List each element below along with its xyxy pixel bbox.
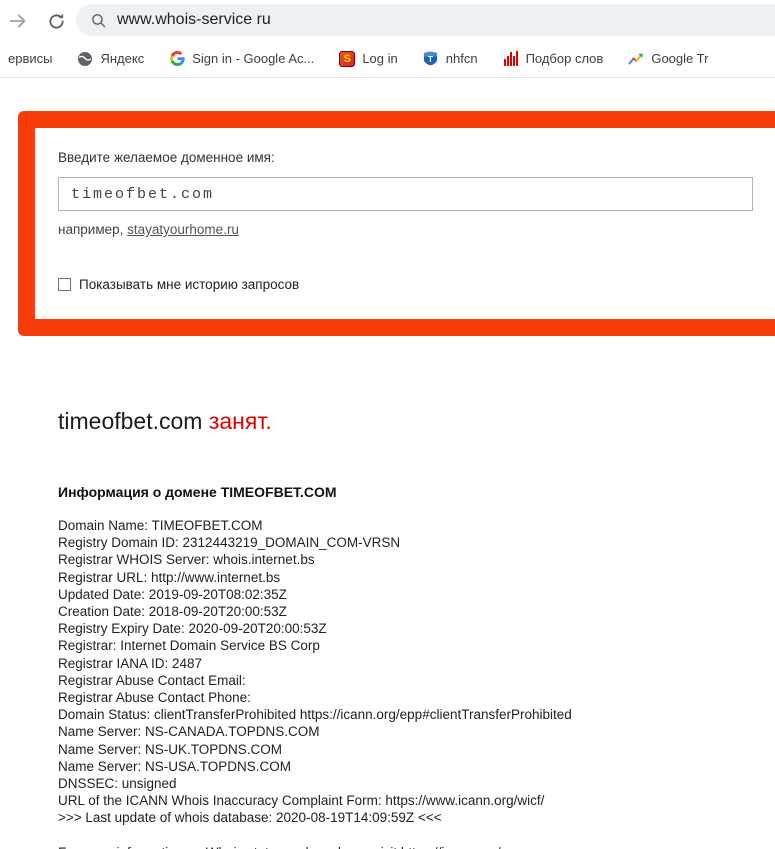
browser-toolbar: www.whois-service ru (0, 0, 775, 40)
reload-button[interactable] (44, 9, 68, 33)
forward-arrow-icon (9, 14, 26, 28)
result-domain: timeofbet.com (58, 408, 203, 434)
domain-query-box: Введите желаемое доменное имя: например,… (18, 111, 775, 336)
page-content: Введите желаемое доменное имя: например,… (0, 111, 775, 849)
address-bar[interactable]: www.whois-service ru (76, 4, 775, 36)
bookmark-servisy[interactable]: ервисы (2, 48, 58, 69)
bookmark-yandex[interactable]: Яндекс (71, 48, 150, 70)
whois-line: Registry Expiry Date: 2020-09-20T20:00:5… (58, 621, 327, 637)
whois-line: Registrar: Internet Domain Service BS Co… (58, 638, 320, 654)
bookmark-login[interactable]: S Log in (333, 48, 403, 70)
whois-block: Domain Name: TIMEOFBET.COM Registry Domai… (58, 517, 775, 849)
whois-line: >>> Last update of whois database: 2020-… (58, 810, 442, 826)
example-prefix: например, (58, 222, 124, 237)
svg-text:T: T (428, 54, 434, 64)
whois-line: Registrar IANA ID: 2487 (58, 655, 203, 671)
domain-info-heading: Информация о домене TIMEOFBET.COM (58, 484, 337, 500)
whois-line: Domain Name: TIMEOFBET.COM (58, 518, 263, 533)
bookmarks-bar: ервисы Яндекс Sign in - Google Ac... S L… (0, 40, 775, 78)
result-heading: timeofbet.com занят. (58, 410, 775, 433)
google-g-icon (169, 51, 185, 67)
whois-line: Registrar Abuse Contact Email: (58, 672, 246, 688)
bookmark-nhfcn[interactable]: T nhfcn (417, 48, 484, 70)
domain-input-label: Введите желаемое доменное имя: (58, 150, 275, 165)
whois-line: Name Server: NS-USA.TOPDNS.COM (58, 758, 292, 774)
search-icon (92, 13, 106, 27)
bookmark-google-signin[interactable]: Sign in - Google Ac... (163, 48, 320, 70)
bookmark-google-trends[interactable]: Google Tr (622, 48, 714, 70)
whois-line: Registry Domain ID: 2312443219_DOMAIN_CO… (58, 535, 401, 551)
example-domain-link[interactable]: stayatyourhome.ru (127, 222, 239, 237)
whois-line: DNSSEC: unsigned (58, 776, 177, 792)
whois-line: Registrar WHOIS Server: whois.internet.b… (58, 552, 315, 568)
whois-line (58, 827, 775, 844)
globe-icon (77, 51, 93, 67)
whois-line: Creation Date: 2018-09-20T20:00:53Z (58, 604, 287, 620)
history-checkbox-label: Показывать мне историю запросов (79, 277, 300, 292)
url-text: www.whois-service ru (117, 11, 271, 28)
whois-line: Registrar URL: http://www.internet.bs (58, 569, 281, 585)
example-line: например, stayatyourhome.ru (58, 222, 753, 237)
reload-icon (48, 13, 64, 29)
whois-line: Name Server: NS-UK.TOPDNS.COM (58, 741, 283, 757)
bookmark-wordstat[interactable]: Подбор слов (497, 48, 610, 70)
forward-button[interactable] (6, 9, 30, 33)
history-checkbox[interactable] (58, 278, 71, 291)
result-status: занят. (208, 408, 272, 434)
whois-line: Domain Status: clientTransferProhibited … (58, 707, 572, 723)
whois-line: URL of the ICANN Whois Inaccuracy Compla… (58, 793, 545, 809)
whois-line: Name Server: NS-CANADA.TOPDNS.COM (58, 724, 320, 740)
red-bars-icon (503, 51, 519, 67)
whois-line: Updated Date: 2019-09-20T08:02:35Z (58, 586, 287, 602)
whois-line: For more information on Whois status cod… (58, 844, 775, 849)
whois-line: Registrar Abuse Contact Phone: (58, 690, 251, 706)
history-checkbox-row: Показывать мне историю запросов (58, 277, 753, 292)
domain-input[interactable] (58, 177, 753, 211)
red-s-icon: S (339, 50, 356, 67)
blue-shield-t-icon: T (423, 51, 439, 67)
trends-icon (628, 51, 644, 67)
